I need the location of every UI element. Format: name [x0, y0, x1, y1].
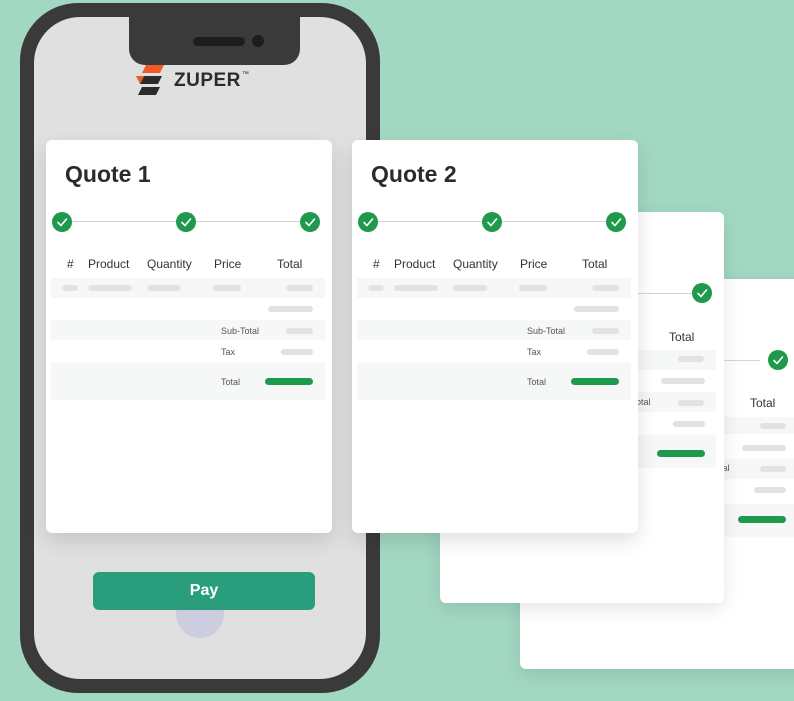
placeholder-bar [88, 285, 132, 291]
subtotal-label: Sub-Total [221, 326, 260, 336]
column-header-price: Price [214, 257, 242, 271]
placeholder-bar [760, 423, 786, 429]
trademark-symbol: ™ [241, 70, 249, 78]
pay-button[interactable]: Pay [93, 572, 315, 610]
placeholder-bar [62, 285, 78, 291]
check-circle-icon [606, 212, 626, 232]
total-label: Total [221, 377, 241, 387]
column-header-product: Product [394, 257, 436, 271]
tax-value [587, 349, 619, 355]
column-header-quantity: Quantity [453, 257, 498, 271]
column-header-quantity: Quantity [147, 257, 192, 271]
check-circle-icon [768, 350, 788, 370]
total-value-bar [657, 450, 705, 457]
quote-card-1[interactable]: Quote 1 # Product Quantity Price Total S… [46, 140, 332, 533]
tax-label: Tax [527, 347, 542, 357]
check-circle-icon [176, 212, 196, 232]
placeholder-bar [213, 285, 241, 291]
placeholder-bar [368, 285, 384, 291]
placeholder-bar [754, 487, 786, 493]
tax-value [281, 349, 313, 355]
column-header-total: Total [669, 330, 695, 344]
subtotal-value [592, 328, 619, 334]
subtotal-value [286, 328, 313, 334]
subtotal-row [51, 320, 325, 340]
placeholder-bar [742, 445, 786, 451]
placeholder-bar [286, 285, 313, 291]
check-circle-icon [358, 212, 378, 232]
total-value-bar [571, 378, 619, 385]
phone-notch [129, 17, 300, 65]
subtotal-row [357, 320, 631, 340]
tax-label: Tax [221, 347, 236, 357]
placeholder-bar [519, 285, 547, 291]
placeholder-bar [453, 285, 487, 291]
subtotal-label: Sub-Total [527, 326, 566, 336]
column-header-total: Total [582, 257, 608, 271]
total-value-bar [738, 516, 786, 523]
check-circle-icon [300, 212, 320, 232]
column-header-product: Product [88, 257, 130, 271]
zuper-logo: ZUPER ™ [136, 64, 249, 98]
placeholder-bar [394, 285, 438, 291]
brand-name: ZUPER [174, 70, 241, 91]
check-circle-icon [52, 212, 72, 232]
placeholder-bar [760, 466, 786, 472]
placeholder-bar [592, 285, 619, 291]
camera-icon [252, 35, 264, 47]
quote-title: Quote 1 [65, 161, 151, 187]
speaker-icon [193, 37, 245, 46]
quote-title: Quote 2 [371, 161, 457, 187]
total-value-bar [265, 378, 313, 385]
zuper-logo-icon [136, 65, 164, 95]
quote-card-2[interactable]: Quote 2 # Product Quantity Price Total S… [352, 140, 638, 533]
check-circle-icon [482, 212, 502, 232]
placeholder-bar [673, 421, 705, 427]
column-header-number: # [67, 257, 74, 271]
column-header-total: Total [277, 257, 303, 271]
placeholder-bar [678, 356, 704, 362]
check-circle-icon [692, 283, 712, 303]
placeholder-bar [661, 378, 705, 384]
total-row-label: otal [636, 397, 651, 407]
placeholder-bar [574, 306, 619, 312]
total-label: Total [527, 377, 547, 387]
placeholder-bar [268, 306, 313, 312]
column-header-total: Total [750, 396, 776, 410]
column-header-number: # [373, 257, 380, 271]
placeholder-bar [678, 400, 704, 406]
placeholder-bar [147, 285, 181, 291]
column-header-price: Price [520, 257, 548, 271]
